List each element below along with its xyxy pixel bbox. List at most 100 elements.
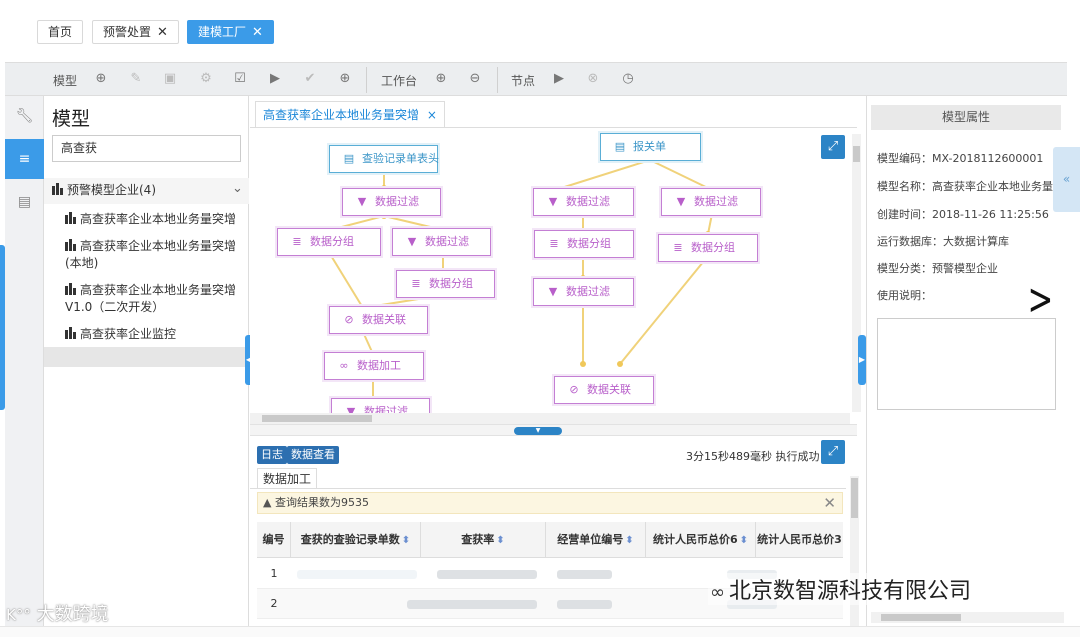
close-icon[interactable]: ✕ bbox=[823, 493, 836, 513]
column-header[interactable]: 编号 bbox=[257, 522, 291, 558]
flow-node-filter[interactable]: ▼ 数据过滤 bbox=[661, 188, 761, 216]
save-icon[interactable]: ▣ bbox=[162, 71, 178, 87]
tab-home[interactable]: 首页 bbox=[37, 20, 84, 44]
split-grip-icon[interactable]: ▼ bbox=[514, 427, 562, 435]
tab-data-processing[interactable]: 数据加工 bbox=[257, 468, 318, 488]
toolbar-workbench-label: 工作台 bbox=[381, 74, 418, 88]
right-drawer-tab[interactable]: « bbox=[1053, 147, 1080, 212]
chevron-right-icon[interactable]: > bbox=[1028, 275, 1054, 325]
blurred-cell bbox=[557, 600, 612, 609]
zoom-out-icon[interactable]: ⊖ bbox=[467, 71, 483, 87]
left-icon-strip: 🔧︎ ≡ ▤ bbox=[5, 96, 44, 626]
flow-node-filter[interactable]: ▼ 数据过滤 bbox=[533, 278, 634, 306]
properties-horizontal-scrollbar[interactable] bbox=[871, 612, 1064, 623]
tree-item[interactable]: 高查获率企业监控 bbox=[65, 326, 247, 343]
column-header-label: 查获的查验记录单数 bbox=[300, 533, 400, 546]
tab-modeling-factory-label: 建模工厂 bbox=[198, 25, 247, 39]
tree-group-warning-models[interactable]: 预警模型企业(4) ⌄ bbox=[44, 178, 249, 204]
flow-node-join[interactable]: ⊘ 数据关联 bbox=[329, 306, 428, 334]
flow-node-group[interactable]: ≣ 数据分组 bbox=[277, 228, 381, 256]
flow-node-join[interactable]: ⊘ 数据关联 bbox=[554, 376, 654, 404]
prop-label: 模型分类： bbox=[877, 262, 932, 275]
add-circle-icon[interactable]: ⊕ bbox=[337, 71, 353, 87]
execution-status: 3分15秒489毫秒 执行成功 bbox=[686, 450, 820, 463]
sort-icon[interactable]: ⬍ bbox=[625, 535, 633, 546]
column-header[interactable]: 统计人民币总价6 ⬍ bbox=[646, 522, 756, 558]
scroll-thumb[interactable] bbox=[262, 415, 372, 422]
list-icon[interactable]: ≡ bbox=[5, 139, 44, 179]
zoom-in-icon[interactable]: ⊕ bbox=[433, 71, 449, 87]
flow-node-group[interactable]: ≣ 数据分组 bbox=[658, 234, 758, 262]
canvas-tab[interactable]: 高查获率企业本地业务量突增 × bbox=[255, 101, 445, 127]
collapse-right-handle[interactable]: ▶ bbox=[858, 335, 866, 385]
wrench-icon[interactable]: 🔧︎ bbox=[5, 96, 44, 136]
prop-label: 运行数据库： bbox=[877, 235, 943, 248]
play-icon[interactable]: ▶ bbox=[551, 71, 567, 87]
flow-node-filter[interactable]: ▼ 数据过滤 bbox=[331, 398, 430, 413]
prop-value: 大数据计算库 bbox=[943, 235, 1009, 248]
flow-node-label: 数据分组 bbox=[691, 241, 735, 254]
chevron-down-icon[interactable]: ⌄ bbox=[232, 181, 243, 196]
close-icon[interactable]: ✕ bbox=[157, 25, 168, 40]
column-header[interactable]: 经营单位编号 ⬍ bbox=[546, 522, 646, 558]
expand-icon[interactable]: ⤢ bbox=[821, 135, 845, 159]
tree-item[interactable]: 高查获率企业本地业务量突增 bbox=[65, 211, 245, 228]
scroll-thumb[interactable] bbox=[881, 614, 961, 621]
flow-node-label: 查验记录单表头 bbox=[362, 152, 439, 165]
properties-header: 模型属性 bbox=[871, 105, 1061, 130]
split-bar[interactable]: ▼ bbox=[250, 424, 857, 436]
flow-node-filter[interactable]: ▼ 数据过滤 bbox=[342, 188, 441, 216]
flow-node-group[interactable]: ≣ 数据分组 bbox=[396, 270, 495, 298]
table-icon: ▤ bbox=[343, 152, 355, 165]
tab-warning-handling[interactable]: 预警处置 ✕ bbox=[92, 20, 179, 44]
flow-node-label: 数据过滤 bbox=[694, 195, 738, 208]
play-icon[interactable]: ▶ bbox=[267, 71, 283, 87]
flow-node-filter[interactable]: ▼ 数据过滤 bbox=[533, 188, 634, 216]
flow-node-process[interactable]: ∞ 数据加工 bbox=[324, 352, 424, 380]
flow-node-label: 报关单 bbox=[633, 140, 666, 153]
sort-icon[interactable]: ⬍ bbox=[496, 535, 504, 546]
log-button[interactable]: 日志 bbox=[257, 446, 287, 464]
column-header-label: 经营单位编号 bbox=[557, 533, 624, 546]
table-icon[interactable]: ▤ bbox=[5, 182, 44, 222]
canvas-horizontal-scrollbar[interactable] bbox=[250, 413, 850, 424]
sort-icon[interactable]: ⬍ bbox=[402, 535, 410, 546]
flow-canvas[interactable]: ▤ 查验记录单表头 ▤ 报关单 ▼ 数据过滤 ≣ 数据分组 ▼ 数据过滤 ≣ 数据分组 ⊘ 数… bbox=[250, 128, 850, 413]
tree-item[interactable]: 高查获率企业本地业务量突增(本地) bbox=[65, 238, 247, 272]
flow-node-source[interactable]: ▤ 报关单 bbox=[600, 133, 701, 161]
clock-icon[interactable]: ◷ bbox=[620, 71, 636, 87]
tab-warning-handling-label: 预警处置 bbox=[103, 25, 152, 39]
sort-icon[interactable]: ⬍ bbox=[740, 535, 748, 546]
plus-circle-icon[interactable]: ⊕ bbox=[93, 71, 109, 87]
settings-icon[interactable]: ⚙ bbox=[198, 71, 214, 87]
column-header[interactable]: 查获的查验记录单数 ⬍ bbox=[291, 522, 421, 558]
flow-node-filter[interactable]: ▼ 数据过滤 bbox=[392, 228, 491, 256]
prop-model-code: 模型编码：MX-2018112600001 bbox=[877, 150, 1062, 166]
close-icon[interactable]: ✕ bbox=[252, 25, 263, 40]
close-icon[interactable]: × bbox=[427, 108, 437, 122]
filter-icon: ▼ bbox=[407, 235, 417, 248]
column-header[interactable]: 查获率 ⬍ bbox=[421, 522, 546, 558]
prop-model-name: 模型名称：高查获率企业本地业务量突增 bbox=[877, 178, 1062, 194]
usage-textarea[interactable] bbox=[877, 318, 1056, 410]
building-icon bbox=[65, 283, 76, 295]
expand-icon[interactable]: ⤢ bbox=[821, 440, 845, 464]
edit-icon[interactable]: ✎ bbox=[128, 71, 144, 87]
data-view-button[interactable]: 数据查看 bbox=[287, 446, 339, 464]
tree-item[interactable]: 高查获率企业本地业务量突增V1.0（二次开发） bbox=[65, 282, 247, 316]
column-header[interactable]: 统计人民币总价3 bbox=[756, 522, 843, 558]
flow-node-group[interactable]: ≣ 数据分组 bbox=[534, 230, 634, 258]
prop-value: MX-2018112600001 bbox=[932, 152, 1044, 165]
tab-modeling-factory[interactable]: 建模工厂 ✕ bbox=[187, 20, 274, 44]
stop-icon[interactable]: ⊗ bbox=[585, 71, 601, 87]
model-search-input[interactable]: 高查获 bbox=[52, 135, 241, 162]
scroll-thumb[interactable] bbox=[853, 146, 860, 162]
result-table-header: 编号 查获的查验记录单数 ⬍ 查获率 ⬍ 经营单位编号 ⬍ 统计人民币总价6 ⬍ 统计人… bbox=[257, 522, 843, 558]
column-header-label: 统计人民币总价6 bbox=[652, 533, 738, 546]
watermark-left-text: 大数跨境 bbox=[36, 604, 109, 625]
prop-value: 高查获率企业本地业务量突增 bbox=[932, 180, 1062, 193]
flow-node-source[interactable]: ▤ 查验记录单表头 bbox=[329, 145, 439, 173]
check-icon[interactable]: ✔ bbox=[302, 71, 318, 87]
scroll-thumb[interactable] bbox=[851, 478, 858, 518]
check-square-icon[interactable]: ☑ bbox=[232, 71, 248, 87]
